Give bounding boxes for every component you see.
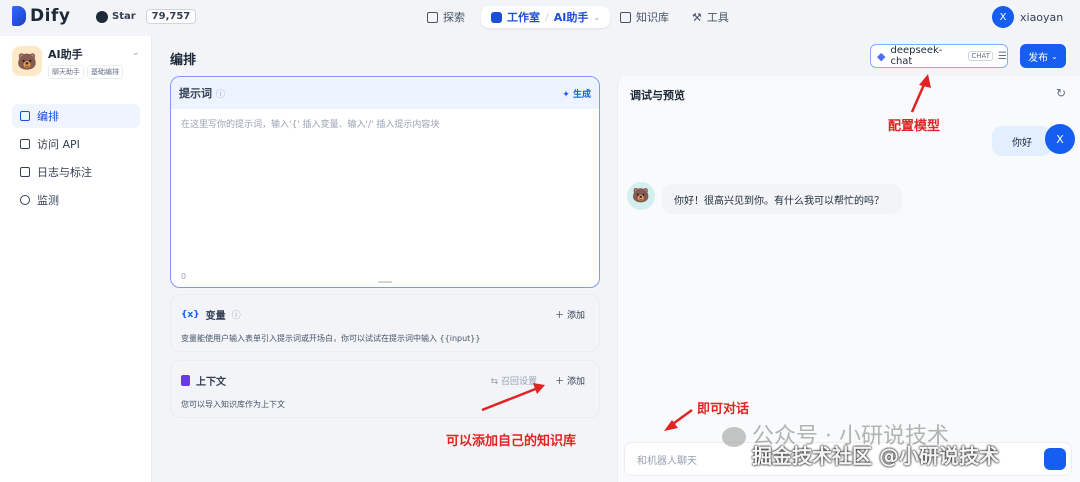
wechat-icon [722,427,746,447]
annotation-knowledge: 可以添加自己的知识库 [446,434,577,449]
annotation-chat: 即可对话 [697,402,750,417]
arrow-to-add-context [481,386,539,412]
arrowhead [919,74,931,88]
watermark-juejin: 掘金技术社区 @小研说技术 [752,444,999,468]
annotation-model: 配置模型 [888,119,941,134]
annotation-arrows [481,74,931,431]
